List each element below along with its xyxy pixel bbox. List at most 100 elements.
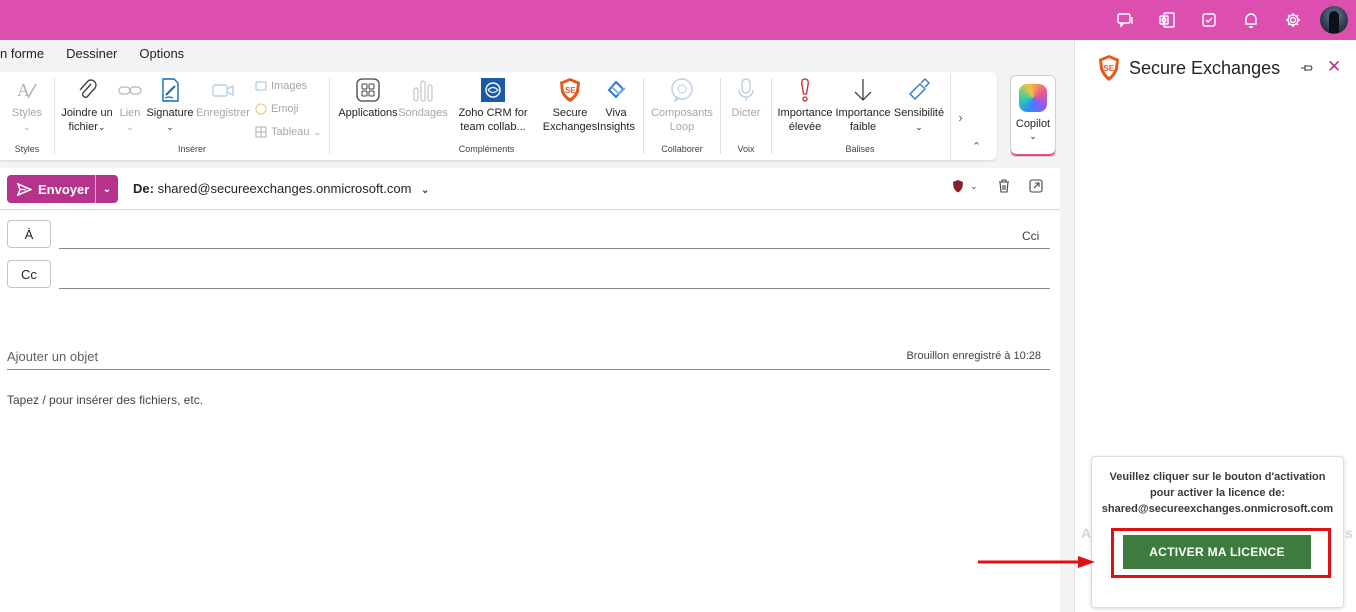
emoji-button[interactable]: Emoji	[255, 103, 299, 115]
copilot-label: Copilot	[1015, 118, 1051, 130]
importance-faible-button[interactable]: Importance faible	[834, 76, 892, 134]
tableau-button[interactable]: Tableau ⌄	[255, 126, 321, 138]
cc-label: Cc	[21, 266, 37, 282]
chevron-up-icon: ⌃	[972, 141, 982, 153]
send-button[interactable]: Envoyer ⌄	[7, 175, 118, 203]
link-icon	[117, 76, 143, 104]
tab-options[interactable]: Options	[139, 46, 184, 66]
zoho-icon	[480, 76, 506, 104]
send-options-dropdown[interactable]: ⌄	[96, 184, 118, 195]
group-label-inserer: Insérer	[177, 144, 206, 154]
to-field[interactable]	[59, 248, 1050, 249]
message-body[interactable]: Tapez / pour insérer des fichiers, etc.	[7, 393, 203, 407]
from-selector[interactable]: De: shared@secureexchanges.onmicrosoft.c…	[133, 181, 429, 196]
enregistrer-button[interactable]: Enregistrer	[195, 76, 251, 120]
discard-button[interactable]	[996, 178, 1012, 194]
viva-label: Viva Insights	[597, 107, 635, 133]
importance-faible-label: Importance faible	[835, 107, 891, 133]
importance-elevee-label: Importance élevée	[777, 107, 833, 133]
images-button[interactable]: Images	[255, 80, 307, 92]
dicter-button[interactable]: Dicter	[727, 76, 765, 120]
send-label: Envoyer	[38, 181, 90, 197]
styles-icon: A	[14, 76, 40, 104]
top-bar	[0, 0, 1356, 40]
chevron-down-icon: ⌄	[421, 185, 430, 196]
signature-label: Signature	[146, 107, 194, 119]
chevron-right-icon: ›	[958, 109, 963, 125]
tab-dessiner[interactable]: Dessiner	[66, 46, 117, 66]
group-balises: Importance élevée Importance faible Sens…	[772, 72, 948, 160]
zoho-label: Zoho CRM for team collab...	[458, 107, 528, 133]
from-value: shared@secureexchanges.onmicrosoft.com	[157, 181, 412, 196]
license-message: Veuillez cliquer sur le bouton d'activat…	[1098, 469, 1337, 517]
loop-label: Composants Loop	[651, 107, 713, 133]
outlook-icon[interactable]	[1146, 0, 1188, 40]
trash-icon	[999, 179, 1009, 193]
copilot-button[interactable]: Copilot ⌄	[1010, 75, 1056, 157]
copilot-icon	[1019, 84, 1047, 112]
bell-icon[interactable]	[1230, 0, 1272, 40]
group-label-balises: Balises	[845, 144, 875, 154]
secure-exchanges-panel: SE Secure Exchanges ✕ A s Veuillez cliqu…	[1074, 40, 1356, 612]
group-complements: Applications Sondages Zoho CRM for team …	[330, 72, 643, 160]
shield-icon	[953, 180, 963, 193]
styles-label: Styles	[12, 107, 42, 119]
top-bar-icons	[1104, 0, 1348, 40]
secure-exchanges-button[interactable]: SE Secure Exchanges	[542, 76, 598, 134]
tab-format[interactable]: n forme	[0, 46, 44, 66]
styles-button[interactable]: A Styles ⌄	[8, 76, 46, 134]
avatar[interactable]	[1320, 6, 1348, 34]
chat-icon[interactable]	[1104, 0, 1146, 40]
group-inserer: Joindre un fichier⌄ Lien ⌄ Signature ⌄ Enr…	[55, 72, 329, 160]
zoho-button[interactable]: Zoho CRM for team collab...	[448, 76, 538, 134]
send-main[interactable]: Envoyer	[7, 175, 96, 203]
close-icon[interactable]: ✕	[1327, 57, 1341, 77]
applications-button[interactable]: Applications	[338, 76, 398, 120]
loop-button[interactable]: Composants Loop	[648, 76, 716, 134]
signature-button[interactable]: Signature ⌄	[145, 76, 195, 134]
group-label-voix: Voix	[737, 144, 755, 154]
chevron-down-icon: ⌄	[970, 180, 978, 191]
apps-icon	[355, 76, 381, 104]
to-button[interactable]: À	[7, 220, 51, 248]
lien-button[interactable]: Lien ⌄	[115, 76, 145, 134]
to-label: À	[24, 226, 34, 242]
microphone-icon	[733, 76, 759, 104]
importance-elevee-button[interactable]: Importance élevée	[776, 76, 834, 134]
popout-button[interactable]	[1028, 178, 1044, 194]
sensitivity-shield-button[interactable]: ⌄	[950, 178, 978, 194]
divider	[0, 209, 1060, 210]
signature-icon	[157, 76, 183, 104]
arrow-down-icon	[850, 76, 876, 104]
tasks-icon[interactable]	[1188, 0, 1230, 40]
enregistrer-label: Enregistrer	[196, 107, 250, 119]
pin-icon[interactable]	[1299, 60, 1315, 76]
poll-icon	[410, 76, 436, 104]
ribbon-scroll-right[interactable]: ›	[950, 74, 970, 160]
loop-icon	[669, 76, 695, 104]
ghost-text: s	[1345, 525, 1353, 541]
sensibilite-button[interactable]: Sensibilité ⌄	[892, 76, 946, 134]
joindre-fichier-button[interactable]: Joindre un fichier⌄	[59, 76, 115, 134]
image-icon	[255, 81, 267, 91]
license-email: shared@secureexchanges.onmicrosoft.com	[1101, 503, 1334, 515]
subject-input[interactable]: Ajouter un objet	[7, 349, 98, 364]
sondages-button[interactable]: Sondages	[398, 76, 448, 120]
panel-title: Secure Exchanges	[1129, 58, 1281, 78]
group-label-collaborer: Collaborer	[661, 144, 703, 154]
from-label: De:	[133, 181, 154, 196]
cc-field[interactable]	[59, 288, 1050, 289]
cc-button[interactable]: Cc	[7, 260, 51, 288]
main-area: n forme Dessiner Options A Styles ⌄ Style…	[0, 40, 1074, 612]
send-icon	[17, 182, 32, 196]
viva-insights-button[interactable]: Viva Insights	[594, 76, 638, 134]
gear-icon[interactable]	[1272, 0, 1314, 40]
cci-button[interactable]: Cci	[1022, 229, 1039, 243]
group-collaborer: Composants Loop Collaborer	[644, 72, 720, 160]
activate-license-button[interactable]: ACTIVER MA LICENCE	[1123, 535, 1311, 569]
viva-icon	[603, 76, 629, 104]
secure-exchanges-icon: SE	[557, 76, 583, 104]
images-label: Images	[271, 80, 308, 92]
ribbon-collapse-button[interactable]: ⌃	[972, 140, 981, 153]
group-label-styles: Styles	[14, 144, 40, 154]
